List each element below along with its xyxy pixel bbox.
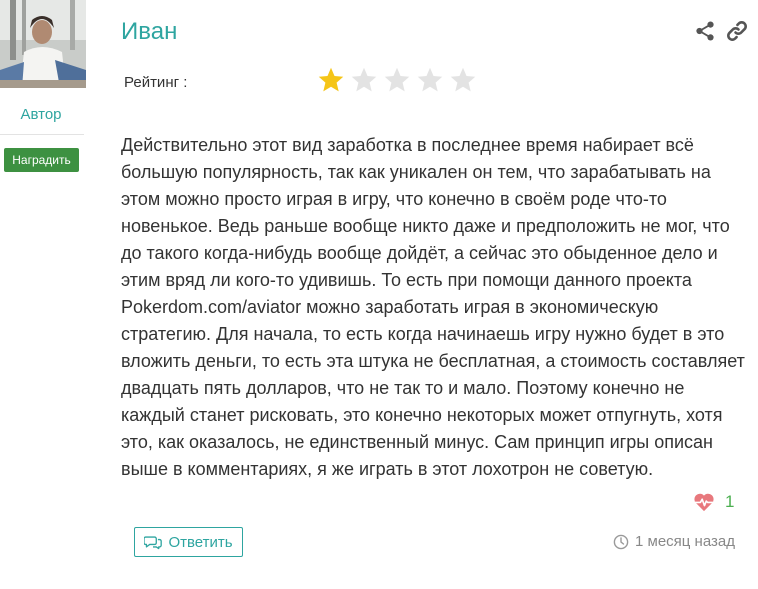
rating-label: Рейтинг : (124, 74, 188, 91)
star-icon-empty (450, 67, 476, 92)
divider (0, 134, 84, 135)
like-block: 1 (693, 492, 734, 512)
reply-button-label: Ответить (168, 533, 233, 551)
timestamp-block: 1 месяц назад (613, 533, 735, 550)
timestamp: 1 месяц назад (635, 533, 735, 550)
like-count: 1 (725, 492, 735, 511)
star-icon-filled (318, 67, 344, 92)
star-icon-empty (384, 67, 410, 92)
link-icon[interactable] (725, 19, 749, 43)
star-icon-empty (351, 67, 377, 92)
share-icon[interactable] (694, 20, 716, 42)
reply-button[interactable]: Ответить (134, 527, 243, 557)
comments-icon (144, 536, 163, 550)
star-icon-empty (417, 67, 443, 92)
author-role-label: Автор (20, 106, 62, 123)
avatar-photo (0, 0, 86, 88)
rating-stars (317, 66, 477, 98)
clock-icon (613, 534, 629, 549)
author-avatar[interactable] (0, 0, 86, 88)
award-button[interactable]: Наградить (4, 148, 79, 172)
username[interactable]: Иван (121, 18, 177, 46)
comment-text: Действительно этот вид заработка в после… (121, 135, 745, 479)
heart-pulse-icon[interactable] (693, 492, 715, 512)
